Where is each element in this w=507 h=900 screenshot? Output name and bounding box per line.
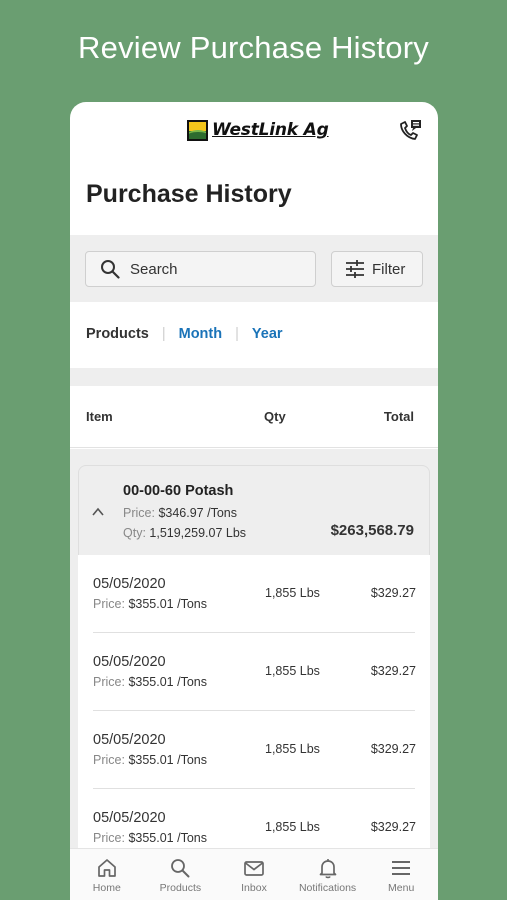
row-total: $329.27: [370, 664, 416, 678]
page-title: Purchase History: [86, 180, 292, 208]
row-date: 05/05/2020: [93, 654, 166, 670]
nav-menu[interactable]: Menu: [364, 849, 438, 900]
product-price: Price: $346.97 /Tons: [123, 506, 237, 520]
inbox-icon: [244, 861, 264, 876]
phone-icon[interactable]: [398, 119, 422, 141]
menu-icon: [392, 861, 411, 875]
row-total: $329.27: [370, 586, 416, 600]
row-price: Price: $355.01 /Tons: [93, 831, 207, 845]
tab-products[interactable]: Products: [86, 326, 149, 342]
purchase-rows: 05/05/2020 Price: $355.01 /Tons 1,855 Lb…: [78, 555, 430, 855]
nav-inbox-label: Inbox: [241, 882, 267, 894]
row-total: $329.27: [370, 742, 416, 756]
row-price: Price: $355.01 /Tons: [93, 675, 207, 689]
table-header: Item Qty Total: [70, 386, 438, 448]
row-qty: 1,855 Lbs: [265, 664, 320, 678]
row-total: $329.27: [370, 820, 416, 834]
logo-mark-icon: [187, 119, 208, 141]
column-header-qty: Qty: [264, 409, 286, 424]
nav-home-label: Home: [92, 882, 121, 894]
brand-bar: WestLink Ag: [70, 102, 438, 158]
nav-notifications[interactable]: Notifications: [291, 849, 365, 900]
row-date: 05/05/2020: [93, 810, 166, 826]
brand-name: WestLink Ag: [212, 120, 329, 140]
nav-home[interactable]: Home: [70, 849, 144, 900]
brand-logo: WestLink Ag: [187, 118, 329, 142]
tab-year[interactable]: Year: [252, 326, 283, 342]
row-date: 05/05/2020: [93, 576, 166, 592]
tab-divider: |: [161, 326, 166, 342]
phone-screen: WestLink Ag Purchase History Search Filt…: [70, 102, 438, 900]
table-row[interactable]: 05/05/2020 Price: $355.01 /Tons 1,855 Lb…: [78, 711, 430, 789]
search-toolbar: Search Filter: [70, 235, 438, 302]
table-row[interactable]: 05/05/2020 Price: $355.01 /Tons 1,855 Lb…: [78, 555, 430, 633]
search-icon: [101, 260, 120, 279]
nav-notifications-label: Notifications: [298, 882, 357, 894]
view-tabs: Products | Month | Year: [86, 326, 283, 342]
column-header-total: Total: [383, 409, 414, 424]
table-row[interactable]: 05/05/2020 Price: $355.01 /Tons 1,855 Lb…: [78, 789, 430, 855]
nav-products[interactable]: Products: [144, 849, 218, 900]
search-input[interactable]: Search: [85, 251, 316, 287]
search-placeholder: Search: [130, 260, 178, 278]
filter-label: Filter: [372, 260, 406, 278]
filter-icon: [346, 260, 364, 278]
section-divider: [70, 368, 438, 386]
row-price: Price: $355.01 /Tons: [93, 597, 207, 611]
row-qty: 1,855 Lbs: [265, 742, 320, 756]
row-price: Price: $355.01 /Tons: [93, 753, 207, 767]
chevron-up-icon[interactable]: [92, 506, 104, 518]
table-row[interactable]: 05/05/2020 Price: $355.01 /Tons 1,855 Lb…: [78, 633, 430, 711]
product-total: $263,568.79: [330, 522, 414, 539]
product-group-header[interactable]: 00-00-60 Potash Price: $346.97 /Tons Qty…: [78, 465, 430, 555]
product-qty: Qty: 1,519,259.07 Lbs: [123, 526, 247, 540]
nav-products-label: Products: [159, 882, 202, 894]
nav-inbox[interactable]: Inbox: [217, 849, 291, 900]
tab-month[interactable]: Month: [179, 326, 222, 342]
bell-icon: [319, 859, 336, 879]
home-icon: [97, 859, 116, 877]
row-qty: 1,855 Lbs: [265, 820, 320, 834]
product-name: 00-00-60 Potash: [123, 483, 234, 499]
nav-menu-label: Menu: [388, 882, 415, 894]
filter-button[interactable]: Filter: [331, 251, 423, 287]
column-header-item: Item: [86, 409, 113, 424]
bottom-nav: Home Products Inbox Notifications Menu: [70, 848, 438, 900]
tab-divider: |: [235, 326, 239, 342]
row-qty: 1,855 Lbs: [265, 586, 320, 600]
row-date: 05/05/2020: [93, 732, 166, 748]
products-search-icon: [171, 859, 190, 878]
promo-title: Review Purchase History: [78, 30, 429, 65]
